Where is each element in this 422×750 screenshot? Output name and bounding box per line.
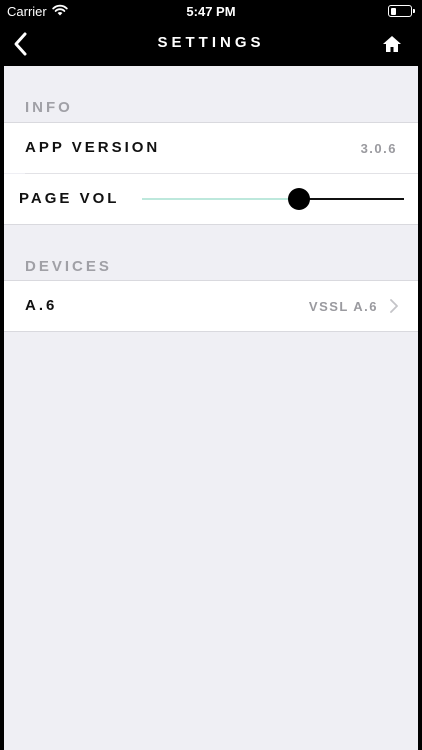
device-name: A.6 xyxy=(25,297,58,314)
slider-thumb[interactable] xyxy=(288,188,311,210)
navigation-bar: SETTINGS xyxy=(0,22,422,66)
status-bar: Carrier 5:47 PM xyxy=(0,0,422,22)
page-title: SETTINGS xyxy=(157,34,265,51)
status-time: 5:47 PM xyxy=(186,4,236,19)
home-button[interactable] xyxy=(380,32,404,56)
device-row-a6[interactable]: A.6 VSSL A.6 xyxy=(4,281,418,331)
slider-track-empty xyxy=(299,198,404,200)
slider-track-filled xyxy=(142,198,300,200)
settings-content: INFO APP VERSION 3.0.6 PAGE VOL DEVICES … xyxy=(4,66,418,750)
app-version-value: 3.0.6 xyxy=(360,141,397,156)
screen: Carrier 5:47 PM SETTINGS INFO APP VERSIO… xyxy=(0,0,422,750)
chevron-right-icon xyxy=(390,299,398,313)
divider xyxy=(4,331,418,332)
device-model: VSSL A.6 xyxy=(308,299,378,314)
app-version-label: APP VERSION xyxy=(25,139,161,156)
page-vol-slider[interactable] xyxy=(4,174,418,224)
battery-icon xyxy=(388,5,415,17)
section-header-info: INFO xyxy=(25,99,73,116)
section-header-devices: DEVICES xyxy=(25,258,112,275)
battery-fill xyxy=(390,7,396,15)
divider xyxy=(4,224,418,225)
page-vol-row: PAGE VOL xyxy=(4,174,418,224)
app-version-row: APP VERSION 3.0.6 xyxy=(4,123,418,173)
home-icon xyxy=(383,36,401,52)
